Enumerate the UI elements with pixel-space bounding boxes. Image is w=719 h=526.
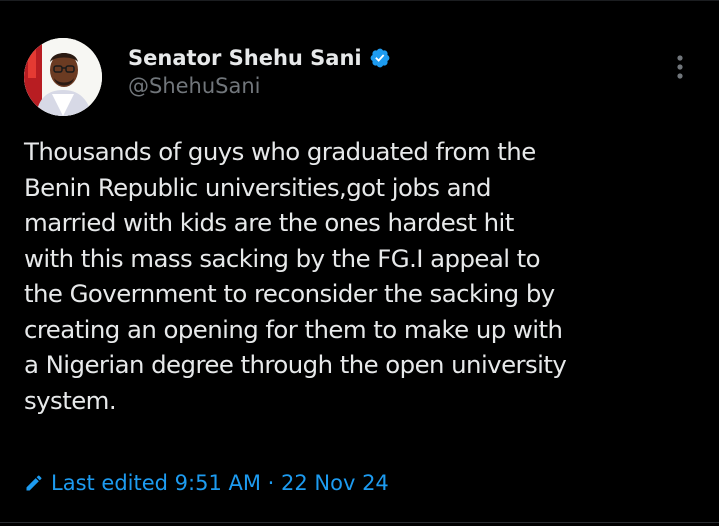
tweet-text: Thousands of guys who graduated from the… [24, 137, 567, 415]
last-edited-label: Last edited 9:51 AM · 22 Nov 24 [51, 471, 389, 495]
author-display-name[interactable]: Senator Shehu Sani [128, 46, 362, 70]
avatar-photo [24, 38, 102, 116]
pencil-icon [24, 473, 44, 493]
more-vertical-icon[interactable] [668, 52, 692, 84]
author-handle[interactable]: @ShehuSani [128, 74, 261, 98]
last-edited-link[interactable]: Last edited 9:51 AM · 22 Nov 24 [24, 468, 389, 498]
top-divider [0, 0, 719, 1]
verified-badge-icon[interactable] [369, 47, 391, 69]
author-name-row: Senator Shehu Sani [128, 43, 391, 73]
avatar[interactable] [24, 38, 102, 116]
bottom-divider [0, 522, 719, 523]
